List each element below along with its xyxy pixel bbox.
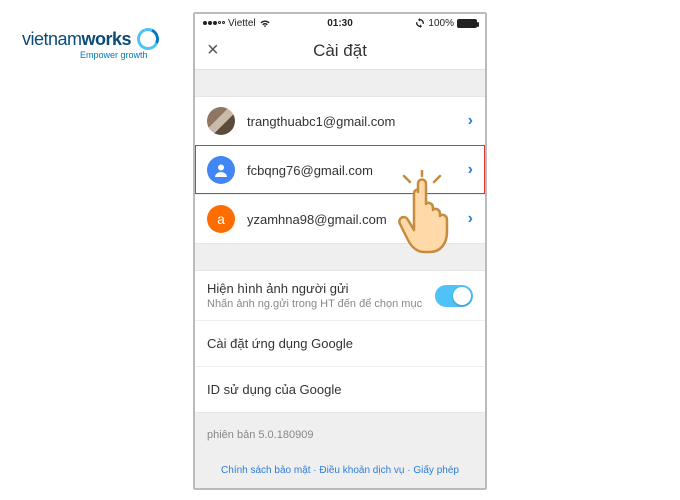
toggle-switch[interactable] [435,285,473,307]
chevron-right-icon: › [468,112,473,130]
google-id-row[interactable]: ID sử dụng của Google [195,366,485,412]
account-row[interactable]: trangthuabc1@gmail.com › [195,97,485,145]
privacy-link[interactable]: Chính sách bảo mật [221,465,311,476]
accounts-section: trangthuabc1@gmail.com › fcbqng76@gmail.… [195,96,485,244]
setting-title: ID sử dụng của Google [207,382,473,397]
license-link[interactable]: Giấy phép [413,465,459,476]
setting-title: Hiện hình ảnh người gửi [207,281,423,296]
status-bar: Viettel 01:30 100% [195,14,485,32]
page-title: Cài đặt [313,41,367,61]
account-email: yzamhna98@gmail.com [247,212,456,227]
footer-links: Chính sách bảo mật · Điều khoản dịch vụ … [195,457,485,488]
phone-frame: Viettel 01:30 100% × Cài đặt trangthuabc… [193,12,487,490]
avatar-letter-icon: a [207,205,235,233]
settings-section: Hiện hình ảnh người gửi Nhấn ảnh ng.gửi … [195,270,485,413]
close-icon[interactable]: × [207,39,219,62]
google-app-settings-row[interactable]: Cài đặt ứng dụng Google [195,320,485,366]
account-row-selected[interactable]: fcbqng76@gmail.com › [195,145,485,194]
nav-bar: × Cài đặt [195,32,485,70]
avatar-person-icon [207,156,235,184]
chevron-right-icon: › [468,210,473,228]
account-row[interactable]: a yzamhna98@gmail.com › [195,194,485,243]
terms-link[interactable]: Điều khoản dịch vụ [319,465,404,476]
account-email: trangthuabc1@gmail.com [247,114,456,129]
account-email: fcbqng76@gmail.com [247,163,456,178]
setting-title: Cài đặt ứng dụng Google [207,336,473,351]
avatar-photo-icon [207,107,235,135]
vietnamworks-logo: vietnamworks [22,28,159,50]
setting-subtitle: Nhấn ảnh ng.gửi trong HT đến để chọn mục [207,298,423,310]
logo-ring-icon [134,25,162,53]
clock-label: 01:30 [195,18,485,29]
sender-images-row[interactable]: Hiện hình ảnh người gửi Nhấn ảnh ng.gửi … [195,271,485,320]
battery-icon [457,19,477,28]
content-scroll[interactable]: trangthuabc1@gmail.com › fcbqng76@gmail.… [195,70,485,488]
logo-tagline: Empower growth [80,50,148,60]
version-label: phiên bản 5.0.180909 [195,413,485,457]
chevron-right-icon: › [468,161,473,179]
